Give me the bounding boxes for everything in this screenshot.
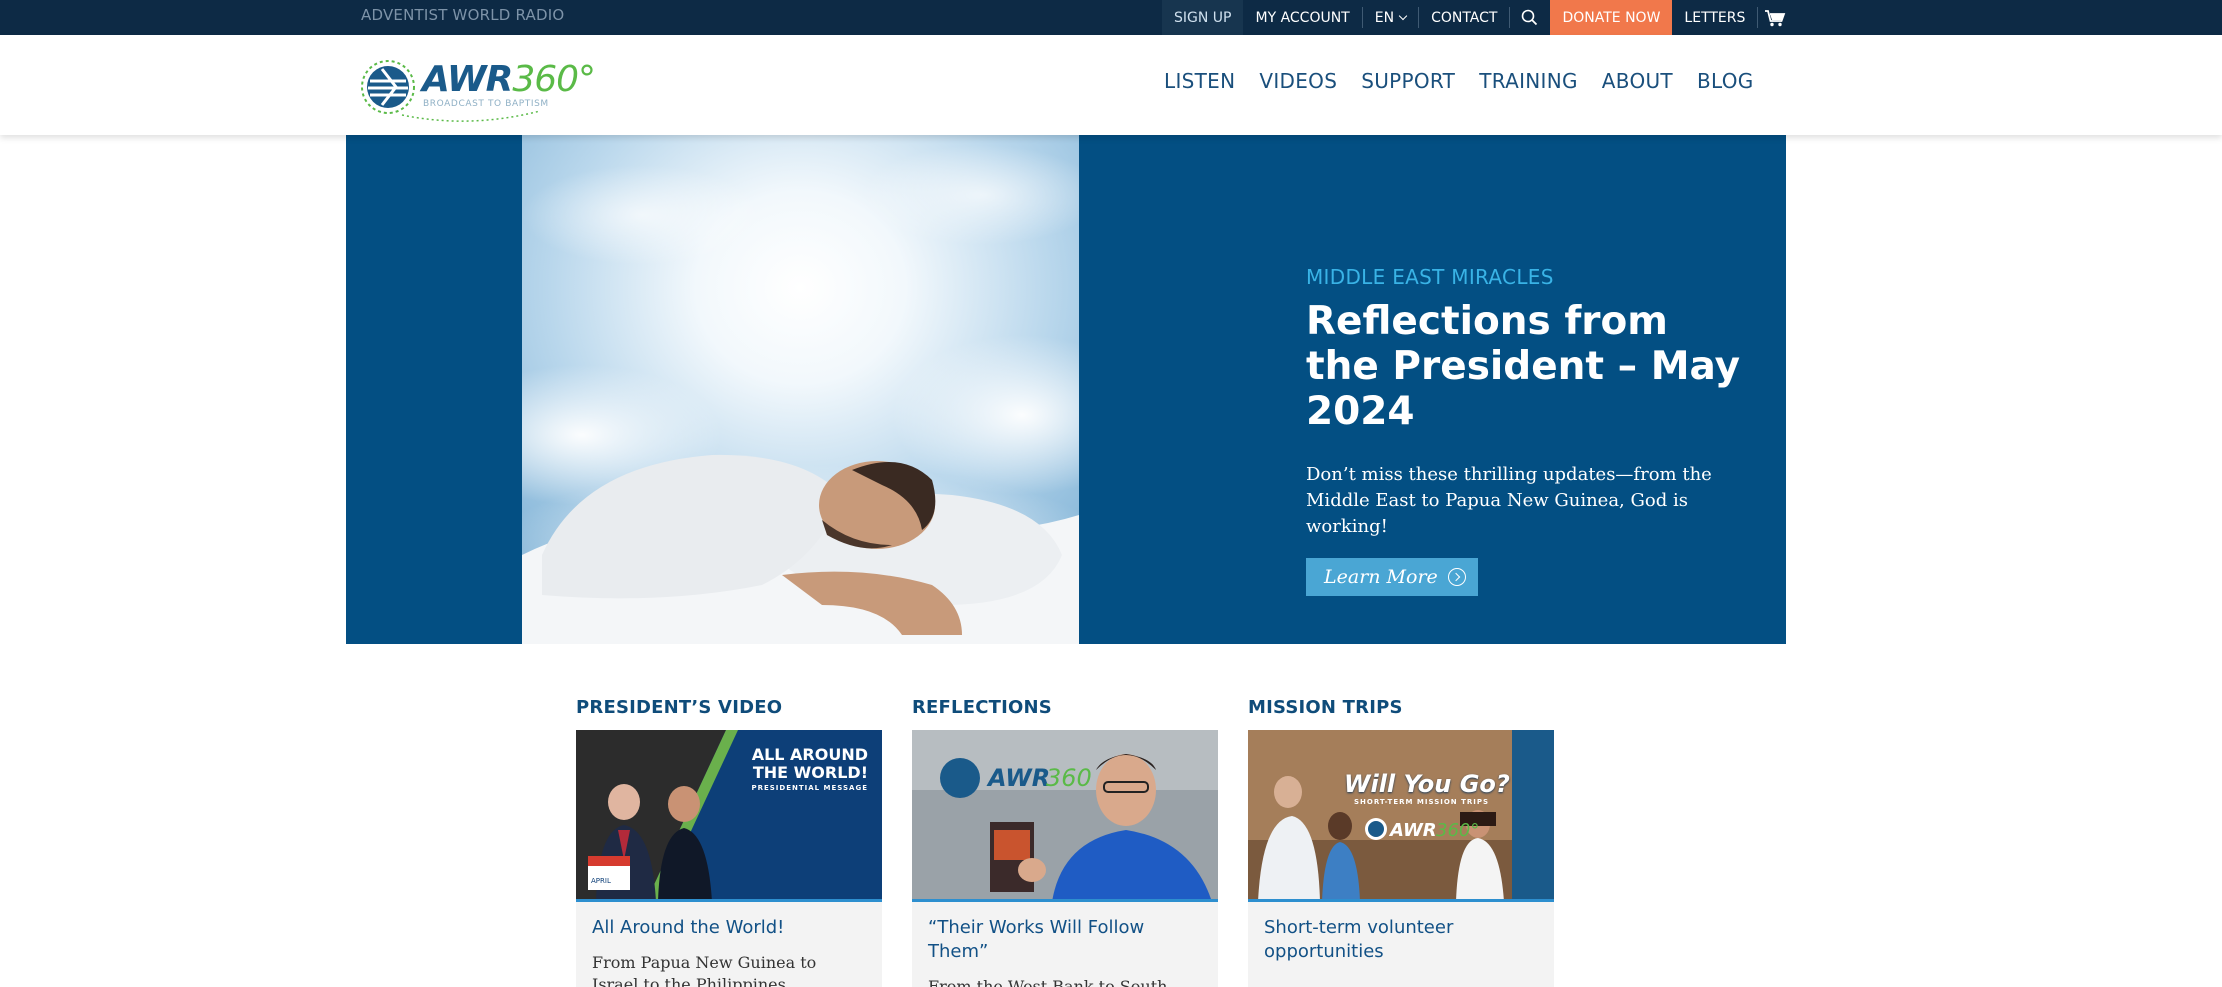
- card-image[interactable]: AWR 360° Will You Go? SHORT-TERM MISSION…: [1248, 730, 1554, 902]
- nav-videos[interactable]: VIDEOS: [1247, 69, 1349, 93]
- card-mission-trips[interactable]: MISSION TRIPS AWR 360° Will You Go? SHOR…: [1248, 697, 1554, 987]
- logo-text-accent: 360°: [512, 59, 596, 100]
- logo-wordmark: AWR360°: [422, 59, 596, 100]
- nav-about[interactable]: ABOUT: [1590, 69, 1685, 93]
- logo-text: AWR: [422, 59, 513, 100]
- arrow-circle-icon: [1447, 568, 1466, 586]
- thumbnail-text: Will You Go? SHORT-TERM MISSION TRIPS: [1344, 770, 1510, 806]
- card-presidents-video[interactable]: PRESIDENT’S VIDEO ALL AROUND THE WORLD! …: [576, 697, 882, 987]
- thumbnail-text: ALL AROUND THE WORLD! PRESIDENTIAL MESSA…: [751, 746, 868, 794]
- top-utility-bar: ADVENTIST WORLD RADIO SIGN UP MY ACCOUNT…: [0, 0, 2222, 35]
- thumbnail-line: Will You Go?: [1344, 770, 1510, 798]
- svg-text:360°: 360°: [1436, 820, 1479, 841]
- hero-banner: MIDDLE EAST MIRACLES Reflections from th…: [346, 135, 1786, 644]
- card-image[interactable]: ALL AROUND THE WORLD! PRESIDENTIAL MESSA…: [576, 730, 882, 902]
- feature-cards: PRESIDENT’S VIDEO ALL AROUND THE WORLD! …: [576, 697, 1554, 987]
- logo-swoosh: [401, 110, 541, 122]
- card-description: From the West Bank to South America to t…: [928, 977, 1168, 987]
- chevron-down-icon: [1398, 11, 1408, 20]
- hero-text: MIDDLE EAST MIRACLES Reflections from th…: [1306, 265, 1746, 596]
- card-title[interactable]: All Around the World!: [592, 916, 866, 940]
- card-body: All Around the World! From Papua New Gui…: [576, 902, 882, 987]
- language-selector[interactable]: EN: [1363, 0, 1418, 35]
- card-body: Short-term volunteer opportunities: [1248, 902, 1554, 987]
- thumbnail-badge: APRIL: [591, 877, 611, 885]
- cart-icon[interactable]: [1758, 0, 1792, 35]
- brand-line: ADVENTIST WORLD RADIO: [361, 6, 565, 24]
- awr360-logo[interactable]: AWR360° BROADCAST TO BAPTISM: [360, 57, 596, 122]
- signup-link[interactable]: SIGN UP: [1162, 0, 1244, 35]
- nav-blog[interactable]: BLOG: [1685, 69, 1766, 93]
- card-heading: REFLECTIONS: [912, 697, 1052, 718]
- nav-listen[interactable]: LISTEN: [1152, 69, 1247, 93]
- card-title[interactable]: “Their Works Will Follow Them”: [928, 916, 1202, 964]
- card-image[interactable]: AWR 360: [912, 730, 1218, 902]
- nav-support[interactable]: SUPPORT: [1349, 69, 1467, 93]
- donate-now-button[interactable]: DONATE NOW: [1550, 0, 1673, 35]
- learn-more-button[interactable]: Learn More: [1306, 558, 1478, 596]
- main-nav: LISTEN VIDEOS SUPPORT TRAINING ABOUT BLO…: [1152, 69, 1766, 93]
- nav-training[interactable]: TRAINING: [1467, 69, 1590, 93]
- hero-image[interactable]: [522, 135, 1079, 644]
- card-body: “Their Works Will Follow Them” From the …: [912, 902, 1218, 987]
- site-header: AWR360° BROADCAST TO BAPTISM LISTEN VIDE…: [0, 35, 2222, 135]
- card-description: From Papua New Guinea to Israel to the P…: [592, 953, 817, 987]
- card-title[interactable]: Short-term volunteer opportunities: [1264, 916, 1538, 964]
- thumbnail-line: THE WORLD!: [752, 763, 868, 782]
- my-account-link[interactable]: MY ACCOUNT: [1243, 0, 1361, 35]
- hero-description: Don’t miss these thrilling updates—from …: [1306, 464, 1712, 537]
- search-icon[interactable]: [1510, 0, 1548, 35]
- svg-text:AWR: AWR: [986, 764, 1050, 792]
- hero-title: Reflections from the President – May 202…: [1306, 299, 1741, 434]
- contact-link[interactable]: CONTACT: [1419, 0, 1509, 35]
- language-label: EN: [1374, 9, 1395, 26]
- utility-links: SIGN UP MY ACCOUNT EN CONTACT DONATE NOW…: [1162, 0, 1792, 35]
- thumbnail-subline: PRESIDENTIAL MESSAGE: [751, 784, 868, 792]
- thumbnail-line: ALL AROUND: [751, 745, 868, 764]
- card-heading: MISSION TRIPS: [1248, 697, 1403, 718]
- svg-text:360: 360: [1046, 764, 1092, 792]
- learn-more-label: Learn More: [1324, 566, 1438, 588]
- hero-kicker: MIDDLE EAST MIRACLES: [1306, 265, 1554, 289]
- card-heading: PRESIDENT’S VIDEO: [576, 697, 783, 718]
- svg-text:AWR: AWR: [1388, 820, 1437, 841]
- thumbnail-subline: SHORT-TERM MISSION TRIPS: [1354, 798, 1490, 806]
- letters-link[interactable]: LETTERS: [1672, 0, 1757, 35]
- card-reflections[interactable]: REFLECTIONS AWR 360 “Their Works Will Fo…: [912, 697, 1218, 987]
